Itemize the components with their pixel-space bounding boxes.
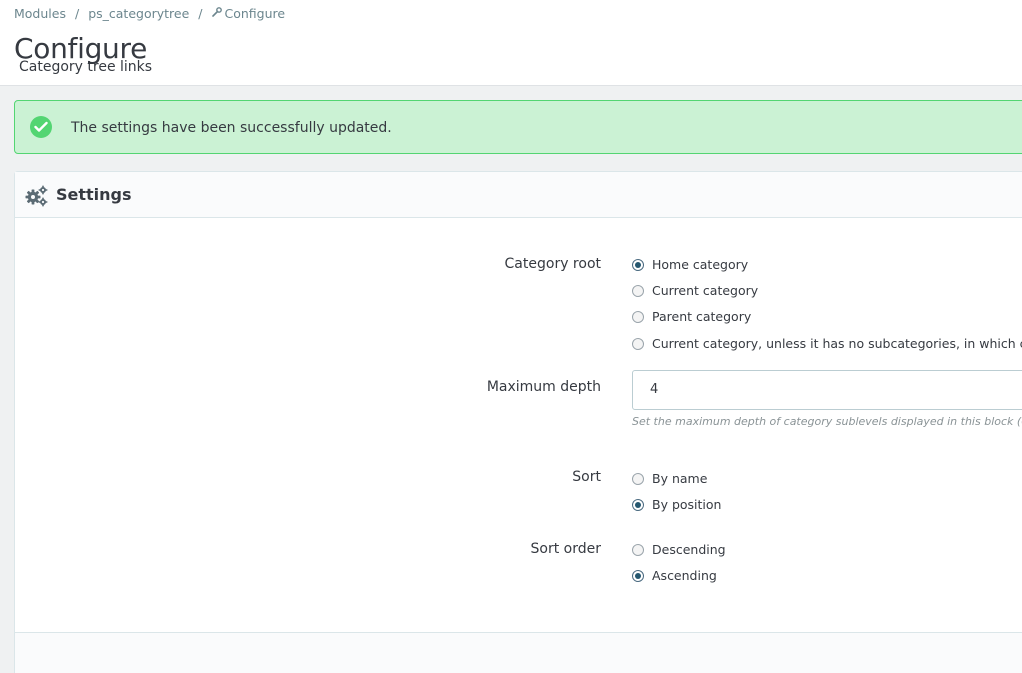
radio-parent-category[interactable]: Parent category bbox=[632, 309, 751, 324]
check-circle-icon bbox=[30, 116, 52, 138]
radio-button[interactable] bbox=[632, 258, 644, 271]
page-subtitle: Category tree links bbox=[19, 59, 153, 75]
radio-button[interactable] bbox=[632, 337, 644, 350]
radio-button[interactable] bbox=[632, 284, 644, 297]
radio-label: By position bbox=[652, 497, 722, 512]
breadcrumb-module-name[interactable]: ps_categorytree bbox=[88, 6, 189, 21]
page-header: Modules / ps_categorytree / Configure Co… bbox=[0, 0, 1022, 86]
radio-sort-descending[interactable]: Descending bbox=[632, 542, 726, 557]
success-alert: The settings have been successfully upda… bbox=[14, 100, 1022, 154]
breadcrumb-separator: / bbox=[74, 6, 80, 21]
radio-sort-by-name[interactable]: By name bbox=[632, 471, 707, 486]
wrench-icon bbox=[211, 7, 222, 20]
settings-panel: Settings Category root Home category Cur… bbox=[14, 171, 1022, 673]
breadcrumb: Modules / ps_categorytree / Configure bbox=[14, 6, 285, 21]
radio-label: Current category bbox=[652, 283, 759, 298]
max-depth-input[interactable]: 4 bbox=[632, 370, 1022, 410]
radio-label: Current category, unless it has no subca… bbox=[652, 336, 1022, 351]
panel-footer bbox=[15, 632, 1022, 673]
radio-label: Parent category bbox=[652, 309, 752, 324]
radio-current-category[interactable]: Current category bbox=[632, 283, 758, 298]
breadcrumb-separator: / bbox=[198, 6, 203, 21]
sort-label: Sort bbox=[572, 469, 601, 485]
category-root-label: Category root bbox=[504, 256, 601, 272]
cogs-icon bbox=[25, 185, 49, 211]
radio-home-category[interactable]: Home category bbox=[632, 257, 748, 272]
sort-order-label: Sort order bbox=[530, 541, 601, 557]
panel-title: Settings bbox=[56, 185, 132, 204]
radio-label: Home category bbox=[652, 257, 749, 272]
breadcrumb-configure: Configure bbox=[224, 6, 286, 21]
radio-button[interactable] bbox=[632, 543, 644, 556]
radio-label: Ascending bbox=[652, 568, 717, 583]
breadcrumb-modules[interactable]: Modules bbox=[14, 6, 66, 21]
radio-button[interactable] bbox=[632, 472, 644, 485]
radio-button[interactable] bbox=[632, 498, 644, 511]
radio-label: By name bbox=[652, 471, 708, 486]
panel-heading: Settings bbox=[15, 172, 1022, 218]
radio-button[interactable] bbox=[632, 310, 644, 323]
max-depth-help: Set the maximum depth of category sublev… bbox=[632, 415, 1022, 428]
radio-sort-ascending[interactable]: Ascending bbox=[632, 568, 717, 583]
alert-message: The settings have been successfully upda… bbox=[71, 120, 392, 136]
radio-current-unless-no-subcategories[interactable]: Current category, unless it has no subca… bbox=[632, 336, 1022, 351]
radio-sort-by-position[interactable]: By position bbox=[632, 497, 721, 512]
max-depth-label: Maximum depth bbox=[486, 379, 601, 395]
radio-button[interactable] bbox=[632, 569, 644, 582]
radio-label: Descending bbox=[652, 542, 726, 557]
